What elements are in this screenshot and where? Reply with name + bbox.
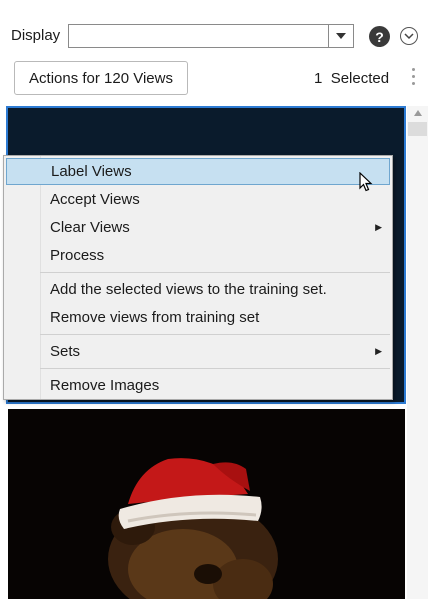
selected-label: Selected [330, 70, 390, 87]
actions-button[interactable]: Actions for 120 Views [14, 61, 188, 95]
chevron-down-icon [336, 33, 346, 39]
menu-item-label-views[interactable]: Label Views [6, 158, 390, 185]
menu-separator [40, 272, 390, 273]
menu-item-remove-from-training-set[interactable]: Remove views from training set [6, 304, 390, 331]
context-menu: Label Views Accept Views Clear Views ▶ P… [3, 155, 393, 400]
menu-item-label: Add the selected views to the training s… [50, 281, 327, 298]
dropdown-button[interactable] [328, 25, 353, 47]
selected-count: 1 Selected [314, 70, 389, 87]
menu-item-add-to-training-set[interactable]: Add the selected views to the training s… [6, 276, 390, 303]
selected-number: 1 [314, 70, 323, 87]
scrollbar[interactable] [407, 106, 428, 599]
menu-item-label: Process [50, 247, 105, 264]
menu-item-sets[interactable]: Sets ▶ [6, 338, 390, 365]
menu-item-label: Remove Images [50, 377, 160, 394]
display-select[interactable] [68, 24, 354, 48]
menu-item-process[interactable]: Process [6, 242, 390, 269]
menu-item-label: Remove views from training set [50, 309, 260, 326]
chevron-right-icon: ▶ [375, 346, 382, 356]
menu-item-clear-views[interactable]: Clear Views ▶ [6, 214, 390, 241]
menu-item-label: Clear Views [50, 219, 130, 236]
menu-item-accept-views[interactable]: Accept Views [6, 186, 390, 213]
more-vertical-icon[interactable] [411, 68, 415, 90]
menu-item-remove-images[interactable]: Remove Images [6, 372, 390, 399]
menu-separator [40, 368, 390, 369]
scrollbar-thumb[interactable] [408, 122, 427, 136]
chevron-down-circle-icon[interactable] [400, 27, 418, 45]
menu-item-label: Label Views [51, 163, 132, 180]
display-label: Display [11, 27, 61, 44]
menu-item-label: Sets [50, 343, 81, 360]
image-thumbnail[interactable] [8, 409, 405, 599]
teddy-bear-image [8, 409, 405, 599]
scroll-up-icon[interactable] [407, 106, 428, 120]
mouse-cursor-icon [359, 172, 373, 192]
menu-item-label: Accept Views [50, 191, 140, 208]
help-icon[interactable]: ? [369, 26, 390, 47]
chevron-right-icon: ▶ [375, 222, 382, 232]
menu-separator [40, 334, 390, 335]
